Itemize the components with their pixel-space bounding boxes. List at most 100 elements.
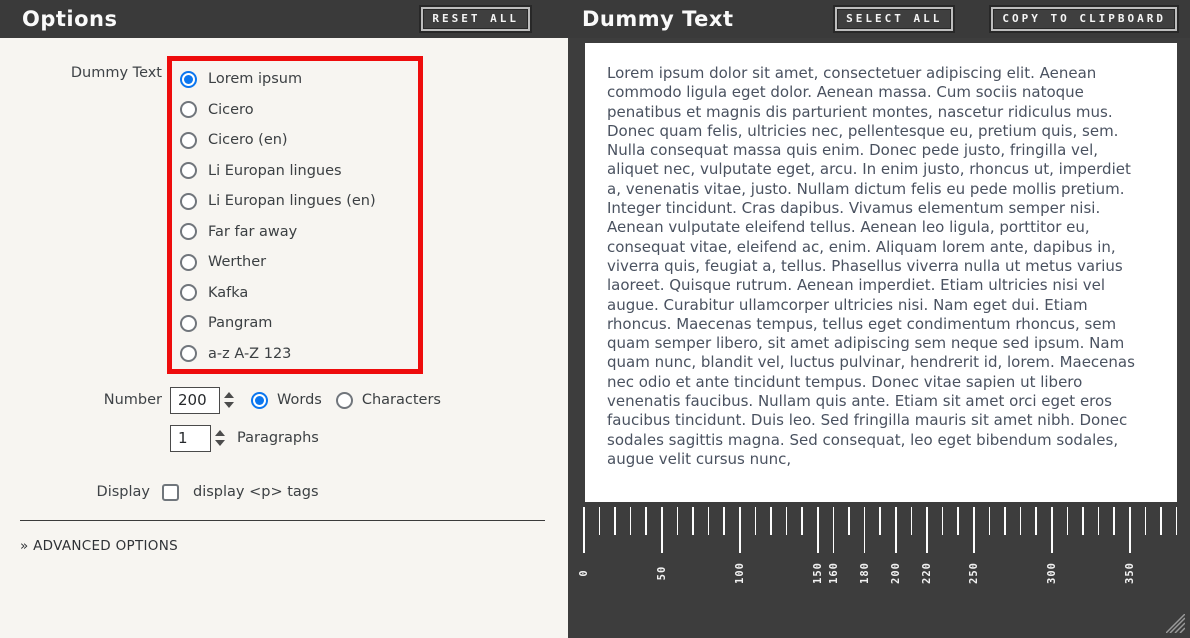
radio-unchecked-icon (180, 345, 197, 362)
advanced-options-link[interactable]: » ADVANCED OPTIONS (20, 538, 178, 554)
radio-option-a-z-123[interactable]: a-z A-Z 123 (180, 339, 418, 370)
radio-option-li-europan-lingues-en[interactable]: Li Europan lingues (en) (180, 186, 418, 217)
ruler-tick-label: 50 (656, 555, 668, 591)
display-p-tags-checkbox[interactable] (162, 484, 179, 501)
copy-to-clipboard-button[interactable]: COPY TO CLIPBOARD (991, 7, 1177, 31)
radio-unchecked-icon (180, 162, 197, 179)
ruler-tick (926, 507, 928, 553)
ruler-tick (973, 507, 975, 553)
radio-option-lorem-ipsum[interactable]: Lorem ipsum (180, 64, 418, 95)
ruler-tick-label: 250 (968, 555, 980, 591)
radio-unchecked-icon (180, 284, 197, 301)
radio-option-cicero[interactable]: Cicero (180, 95, 418, 126)
radio-option-label: Li Europan lingues (en) (208, 193, 376, 209)
radio-option-far-far-away[interactable]: Far far away (180, 217, 418, 248)
stepper-down-icon[interactable] (224, 402, 234, 408)
radio-option-label: Kafka (208, 285, 248, 301)
radio-option-label: Werther (208, 254, 266, 270)
ruler-tick-label: 160 (828, 555, 840, 591)
options-header: Options RESET ALL (0, 0, 568, 38)
ruler-tick (692, 507, 694, 535)
ruler-tick (833, 507, 835, 553)
ruler-tick-label: 200 (890, 555, 902, 591)
ruler-tick-label: 0 (578, 555, 590, 591)
select-all-button[interactable]: SELECT ALL (835, 7, 953, 31)
paragraph-count-stepper (215, 430, 225, 446)
display-p-tags-label: display <p> tags (193, 484, 319, 500)
ruler-tick (895, 507, 897, 553)
dummy-text-title: Dummy Text (582, 7, 734, 31)
ruler-tick (770, 507, 772, 535)
ruler-tick (1145, 507, 1147, 535)
radio-unchecked-icon (180, 193, 197, 210)
ruler-tick (723, 507, 725, 535)
options-title: Options (22, 7, 118, 31)
dummy-text-field-label: Dummy Text (0, 65, 162, 81)
ruler-tick (786, 507, 788, 535)
ruler-tick (957, 507, 959, 535)
ruler-tick-label: 220 (921, 555, 933, 591)
paragraph-count-input[interactable] (170, 425, 211, 452)
radio-option-pangram[interactable]: Pangram (180, 308, 418, 339)
radio-option-li-europan-lingues[interactable]: Li Europan lingues (180, 156, 418, 187)
number-row: Number Words Characters (0, 386, 568, 414)
ruler-tick (708, 507, 710, 535)
ruler-tick (755, 507, 757, 535)
words-radio[interactable] (251, 392, 268, 409)
radio-option-label: Far far away (208, 224, 297, 240)
radio-option-label: Cicero (208, 102, 254, 118)
dummy-text-output[interactable]: Lorem ipsum dolor sit amet, consectetuer… (585, 43, 1177, 502)
output-panel: Lorem ipsum dolor sit amet, consectetuer… (568, 38, 1190, 638)
ruler-tick (1004, 507, 1006, 535)
stepper-up-icon[interactable] (215, 430, 225, 436)
display-field-label: Display (0, 484, 150, 500)
radio-option-cicero-en[interactable]: Cicero (en) (180, 125, 418, 156)
radio-option-label: Cicero (en) (208, 132, 288, 148)
characters-radio-label: Characters (362, 392, 441, 408)
ruler-tick (661, 507, 663, 553)
number-field-label: Number (0, 392, 162, 408)
dummy-text-header: Dummy Text SELECT ALL COPY TO CLIPBOARD (568, 0, 1190, 38)
ruler-tick (848, 507, 850, 535)
ruler-tick (599, 507, 601, 535)
ruler-tick-label: 350 (1124, 555, 1136, 591)
radio-unchecked-icon (180, 101, 197, 118)
radio-option-label: a-z A-Z 123 (208, 346, 291, 362)
reset-all-button[interactable]: RESET ALL (421, 7, 530, 31)
ruler-tick (1113, 507, 1115, 535)
paragraphs-row: Paragraphs (170, 424, 319, 452)
options-panel: Dummy Text Lorem ipsum Cicero Cicero (en… (0, 38, 568, 638)
radio-option-werther[interactable]: Werther (180, 247, 418, 278)
paragraphs-label: Paragraphs (237, 430, 319, 446)
ruler-tick (864, 507, 866, 553)
radio-option-kafka[interactable]: Kafka (180, 278, 418, 309)
section-divider (20, 520, 545, 521)
radio-option-label: Li Europan lingues (208, 163, 342, 179)
ruler-tick (1176, 507, 1178, 535)
ruler-tick (614, 507, 616, 535)
ruler-tick (817, 507, 819, 553)
ruler: 050100150160180200220250300350 (583, 505, 1183, 625)
ruler-tick (677, 507, 679, 535)
dummy-text-radio-group-highlight: Lorem ipsum Cicero Cicero (en) Li Europa… (167, 56, 423, 374)
ruler-tick (1160, 507, 1162, 535)
dummy-text-generator-app: Options RESET ALL Dummy Text SELECT ALL … (0, 0, 1190, 638)
ruler-tick (645, 507, 647, 535)
ruler-tick-label: 180 (859, 555, 871, 591)
characters-radio[interactable] (336, 392, 353, 409)
ruler-tick-label: 100 (734, 555, 746, 591)
ruler-tick (1082, 507, 1084, 535)
word-count-input[interactable] (170, 387, 220, 414)
radio-unchecked-icon (180, 315, 197, 332)
stepper-down-icon[interactable] (215, 440, 225, 446)
ruler-tick (911, 507, 913, 535)
stepper-up-icon[interactable] (224, 392, 234, 398)
ruler-tick (942, 507, 944, 535)
ruler-tick (630, 507, 632, 535)
ruler-tick (801, 507, 803, 535)
display-row: Display display <p> tags (0, 482, 568, 502)
ruler-tick (1067, 507, 1069, 535)
ruler-tick (1098, 507, 1100, 535)
ruler-tick-label: 300 (1046, 555, 1058, 591)
ruler-tick-label: 150 (812, 555, 824, 591)
